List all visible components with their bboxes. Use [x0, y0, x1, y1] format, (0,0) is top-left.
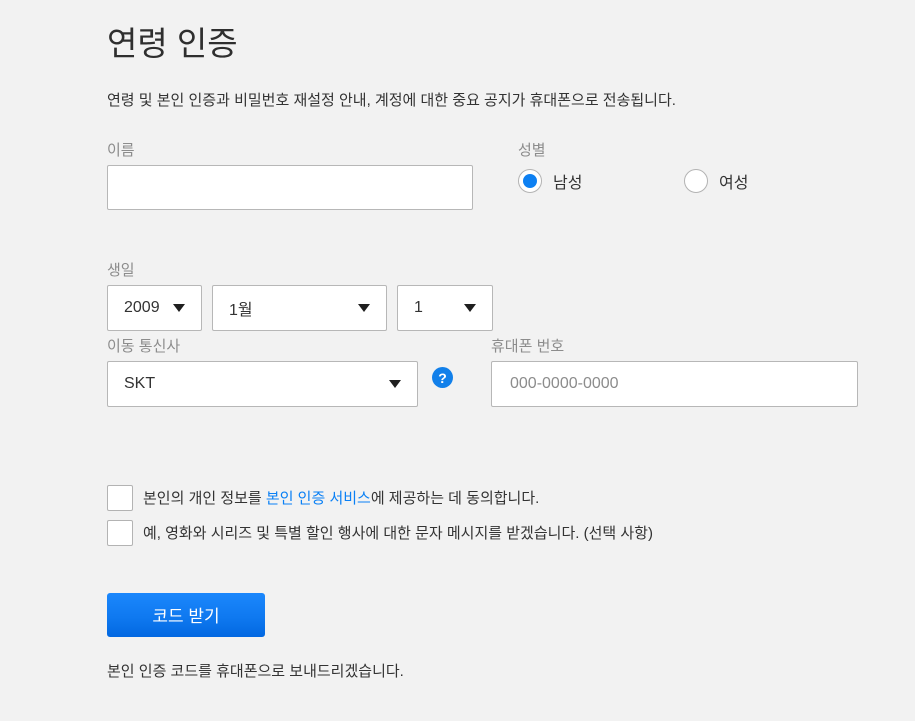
- question-mark-help-icon[interactable]: ?: [432, 367, 453, 388]
- birth-month-value: 1월: [229, 296, 253, 320]
- carrier-field-group: 이동 통신사 SKT ?: [107, 339, 491, 407]
- birthday-label: 생일: [107, 263, 858, 278]
- identity-consent-row[interactable]: 본인의 개인 정보를 본인 인증 서비스에 제공하는 데 동의합니다.: [107, 485, 858, 511]
- birth-year-value: 2009: [124, 299, 160, 317]
- phone-field-group: 휴대폰 번호: [491, 339, 858, 407]
- footer-note: 본인 인증 코드를 휴대폰으로 보내드리겠습니다.: [107, 660, 858, 681]
- radio-female[interactable]: 여성: [684, 169, 748, 193]
- identity-consent-text: 본인의 개인 정보를 본인 인증 서비스에 제공하는 데 동의합니다.: [143, 487, 539, 508]
- checkbox-unchecked-icon[interactable]: [107, 520, 133, 546]
- radio-male[interactable]: 남성: [518, 169, 684, 193]
- caret-down-icon: [358, 304, 370, 312]
- caret-down-icon: [389, 380, 401, 388]
- birthday-field-group: 생일 2009 1월 1: [107, 263, 858, 331]
- radio-unselected-icon: [684, 169, 708, 193]
- gender-label: 성별: [518, 143, 748, 158]
- caret-down-icon: [173, 304, 185, 312]
- page-subtitle: 연령 및 본인 인증과 비밀번호 재설정 안내, 계정에 대한 중요 공지가 휴…: [107, 89, 858, 110]
- marketing-consent-text: 예, 영화와 시리즈 및 특별 할인 행사에 대한 문자 메시지를 받겠습니다.…: [143, 522, 653, 543]
- carrier-select[interactable]: SKT: [107, 361, 418, 407]
- birth-month-select[interactable]: 1월: [212, 285, 387, 331]
- get-code-button[interactable]: 코드 받기: [107, 593, 265, 637]
- radio-female-label: 여성: [719, 169, 748, 193]
- phone-input[interactable]: [491, 361, 858, 407]
- name-label: 이름: [107, 143, 473, 158]
- checkbox-unchecked-icon[interactable]: [107, 485, 133, 511]
- marketing-consent-row[interactable]: 예, 영화와 시리즈 및 특별 할인 행사에 대한 문자 메시지를 받겠습니다.…: [107, 520, 858, 546]
- carrier-value: SKT: [124, 375, 155, 393]
- gender-field-group: 성별 남성 여성: [518, 143, 748, 210]
- birth-day-value: 1: [414, 299, 423, 317]
- radio-male-label: 남성: [553, 169, 582, 193]
- birth-year-select[interactable]: 2009: [107, 285, 202, 331]
- gender-radio-group: 남성 여성: [518, 169, 748, 193]
- name-field-group: 이름: [107, 143, 473, 210]
- consent-section: 본인의 개인 정보를 본인 인증 서비스에 제공하는 데 동의합니다. 예, 영…: [107, 485, 858, 546]
- page-title: 연령 인증: [107, 24, 858, 64]
- radio-selected-icon: [518, 169, 542, 193]
- phone-label: 휴대폰 번호: [491, 339, 858, 354]
- carrier-label: 이동 통신사: [107, 339, 491, 354]
- caret-down-icon: [464, 304, 476, 312]
- birth-day-select[interactable]: 1: [397, 285, 493, 331]
- age-verification-page: 연령 인증 연령 및 본인 인증과 비밀번호 재설정 안내, 계정에 대한 중요…: [0, 0, 858, 681]
- name-input[interactable]: [107, 165, 473, 210]
- identity-service-link[interactable]: 본인 인증 서비스: [266, 490, 371, 507]
